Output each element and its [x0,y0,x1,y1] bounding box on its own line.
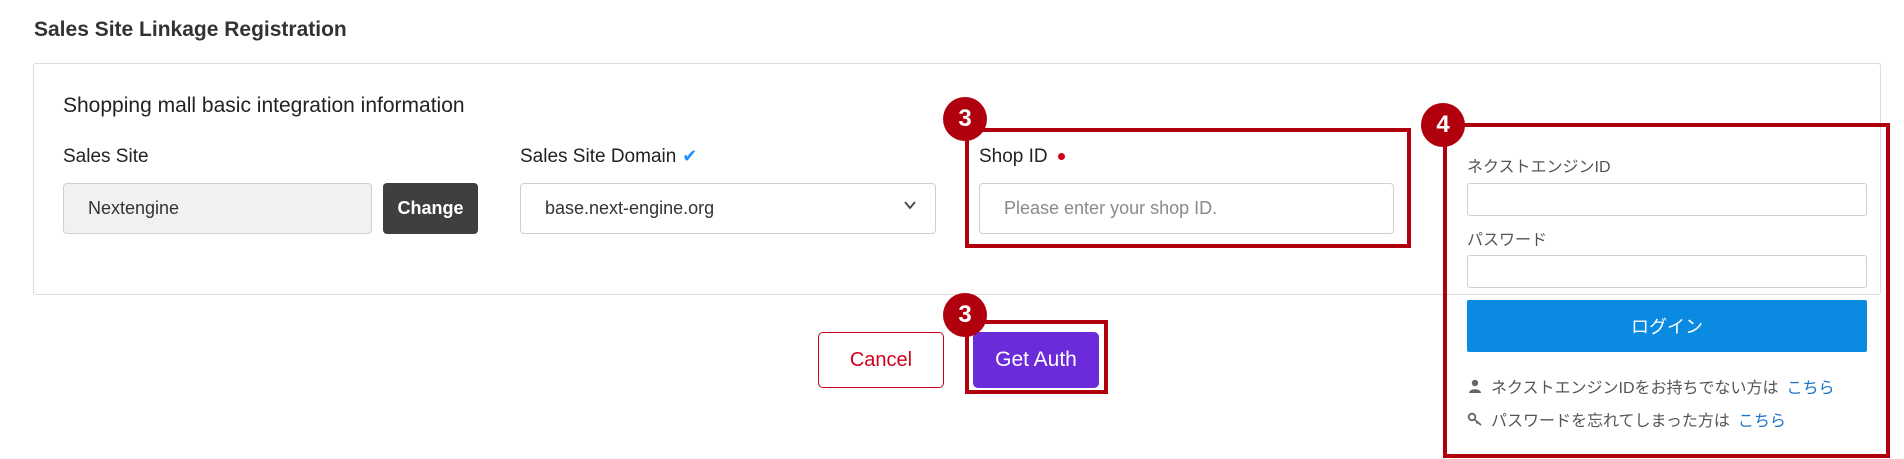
sales-site-label-text: Sales Site [63,146,149,167]
change-button[interactable]: Change [383,183,478,234]
domain-select[interactable]: base.next-engine.org [520,183,936,234]
sales-site-field: Nextengine [63,183,372,234]
step-badge-shop-id: 3 [943,97,987,141]
shop-id-highlight [965,128,1411,248]
page-title: Sales Site Linkage Registration [34,18,347,41]
domain-label-text: Sales Site Domain [520,146,677,167]
step-badge-login-panel: 4 [1421,103,1465,147]
step-badge-get-auth: 3 [943,293,987,337]
domain-label: Sales Site Domain ✔ [520,146,697,168]
login-panel-highlight [1443,123,1890,458]
sales-site-label: Sales Site [63,146,149,168]
get-auth-highlight [965,320,1108,394]
domain-selected-value: base.next-engine.org [545,198,715,218]
check-icon: ✔ [682,146,698,166]
section-title: Shopping mall basic integration informat… [63,94,465,117]
cancel-button[interactable]: Cancel [818,332,944,388]
page: Sales Site Linkage Registration Shopping… [0,0,1904,459]
chevron-down-icon [904,201,916,210]
sales-site-value: Nextengine [88,198,180,218]
